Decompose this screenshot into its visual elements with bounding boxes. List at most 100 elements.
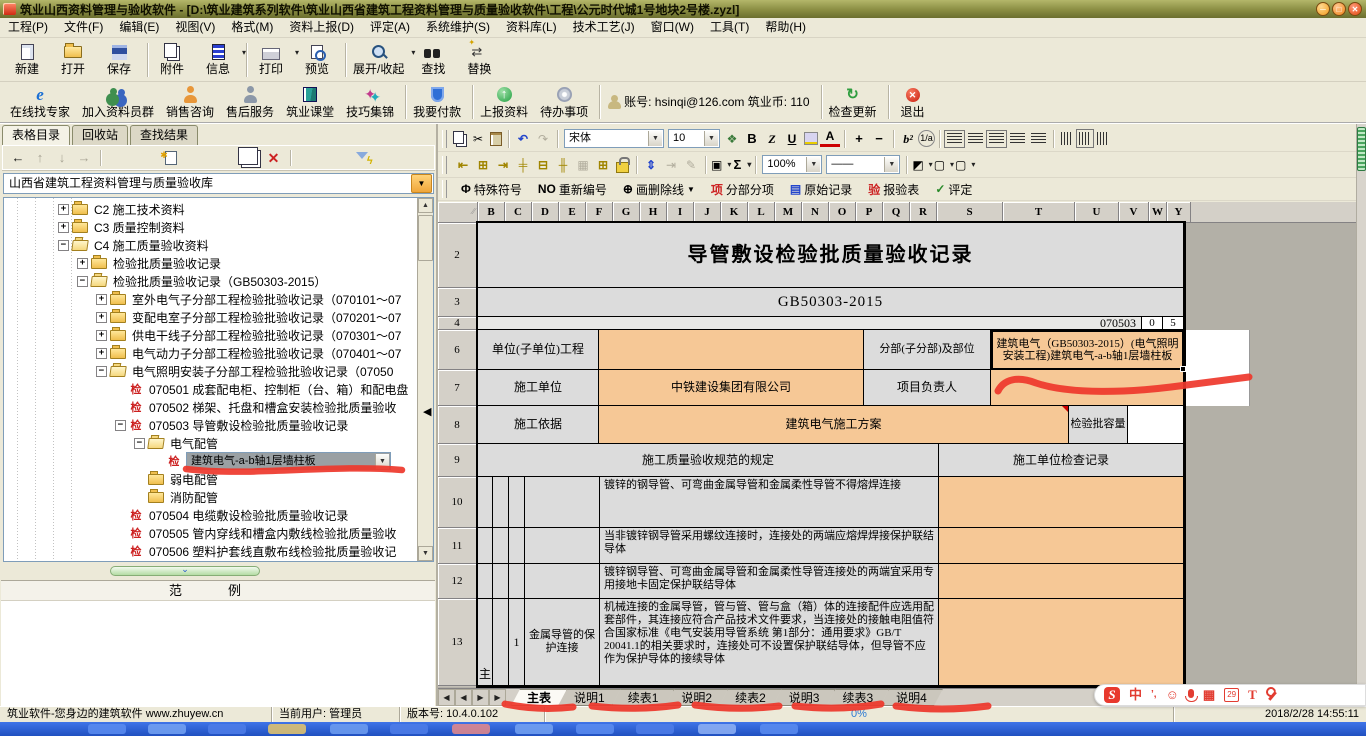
tree-item[interactable]: + 室外电气子分部工程检验批验收记录（070101～07 [4,290,418,308]
check-record-header-cell[interactable]: 施工单位检查记录 [939,444,1184,477]
menu-item[interactable]: 帮助(H) [757,18,814,37]
column-header[interactable]: W [1149,202,1167,222]
attachment-button[interactable]: 附件 ▾ [151,40,197,80]
shrink-font-button[interactable]: − [869,130,889,148]
tree-item-label[interactable]: 070501 成套配电柜、控制柜（台、箱）和配电盘 [146,381,411,398]
column-header[interactable]: L [748,202,775,222]
tree-item[interactable]: 检 070506 塑料护套线直敷布线检验批质量验收记 [4,542,418,560]
exit-button[interactable]: 退出 [892,82,938,122]
sheet-tab[interactable]: 主表 [511,689,567,706]
sheet-last-button[interactable]: ▶ [489,689,506,706]
nav-down-button[interactable]: ↓ [52,149,72,167]
unit-project-value-cell[interactable] [599,330,864,370]
font-family-select[interactable]: 宋体 [564,129,664,148]
ime-cn-mode[interactable]: 中 [1129,685,1142,705]
separator[interactable] [888,85,889,119]
tree-item-label[interactable]: 070504 电缆敷设检验批质量验收记录 [146,507,351,524]
menu-item[interactable]: 资料上报(D) [281,18,362,37]
tree-expander-icon[interactable]: + [77,258,88,269]
tree-item[interactable]: 弱电配管 [4,470,418,488]
tree-item-label[interactable]: C4 施工质量验收资料 [91,237,212,254]
scrollbar-thumb[interactable] [1357,127,1366,171]
tree-item[interactable]: − 检 070503 导管敷设检验批质量验收记录 [4,416,418,434]
menu-item[interactable]: 格式(M) [223,18,281,37]
table-add-icon[interactable]: ⊞ [593,156,613,174]
borders-button[interactable]: ▢ [954,156,975,174]
cell[interactable] [525,528,600,564]
tree-item[interactable]: 检 070502 梯架、托盘和槽盒安装检验批质量验收 [4,398,418,416]
tree-expander-icon[interactable]: + [58,222,69,233]
unit-project-label-cell[interactable]: 单位(子单位)工程 [478,330,599,370]
basis-value-cell[interactable]: 建筑电气施工方案 [599,406,1069,444]
ime-skin-icon[interactable]: T [1248,685,1257,705]
table-insert-left-icon[interactable]: ⇤ [453,156,473,174]
tree-item[interactable]: + 电气动力子分部工程检验批验收记录（070401～07 [4,344,418,362]
ime-emoji[interactable]: ☺ [1166,685,1179,705]
align-right-button[interactable] [1010,133,1025,145]
row-header[interactable]: 9 [438,444,477,477]
column-header[interactable]: O [829,202,856,222]
tree-expander-icon[interactable]: + [58,204,69,215]
column-header[interactable]: E [559,202,586,222]
cell[interactable] [509,564,525,599]
ime-keyboard-icon[interactable]: ▦ [1203,685,1215,705]
ime-toolbox-icon[interactable] [1266,688,1278,702]
column-header[interactable]: I [667,202,694,222]
scroll-up-icon[interactable]: ▲ [418,198,433,213]
taskbar-item[interactable] [452,724,490,734]
copy-form-button[interactable] [238,147,258,165]
online-expert-button[interactable]: 在线找专家 [6,82,78,122]
subdivision-value-cell[interactable]: 建筑电气（GB50303-2015）(电气照明安装工程)建筑电气-a-b轴1层墙… [991,330,1184,370]
tree-item-label[interactable]: 070503 导管敷设检验批质量验收记录 [146,417,351,434]
menu-item[interactable]: 文件(F) [56,18,111,37]
underline-button[interactable]: U [782,130,802,148]
column-header[interactable]: T [1003,202,1075,222]
sheet-tab[interactable]: 说明1 [558,689,621,706]
tree-item[interactable]: − 电气配管 [4,434,418,452]
column-header[interactable]: R [910,202,937,222]
tree-item[interactable]: − 检验批质量验收记录（GB50303-2015） [4,272,418,290]
minimize-button[interactable]: ─ [1316,2,1330,16]
separator[interactable] [939,130,940,148]
account-info[interactable]: 账号: hsinqi@126.com 筑业币: 110 [603,82,817,122]
column-header[interactable]: V [1119,202,1149,222]
column-header[interactable]: Q [883,202,910,222]
nav-up-button[interactable]: ↑ [30,149,50,167]
table-split-col-icon[interactable]: ╫ [553,156,573,174]
vertical-text-button-2[interactable] [1079,132,1091,145]
column-header[interactable]: J [694,202,721,222]
row-header[interactable]: 12 [438,564,477,599]
row-header[interactable]: 2 [438,223,477,288]
code-cell[interactable]: 070503 [478,317,1142,330]
close-button[interactable]: ✕ [1348,2,1362,16]
nav-back-button[interactable]: ← [8,149,28,167]
taskbar-item[interactable] [148,724,186,734]
sheet-tab[interactable]: 说明4 [880,689,943,706]
taskbar-item[interactable] [760,724,798,734]
row-header[interactable]: 8 [438,406,477,444]
tree-item[interactable]: 检 建筑电气-a-b轴1层墙柱板 [4,452,418,470]
select-all-corner[interactable]: ∕∕ [438,202,478,222]
column-header[interactable]: C [505,202,532,222]
paste-icon[interactable] [490,132,502,146]
menu-item[interactable]: 窗口(W) [643,18,702,37]
tree-item[interactable]: 检 070505 管内穿线和槽盒内敷线检验批质量验收 [4,524,418,542]
collapse-handle[interactable] [110,566,260,576]
draw-icon[interactable]: ✎ [681,156,701,174]
cell[interactable] [509,528,525,564]
todo-button[interactable]: 待办事项 [536,82,596,122]
column-header[interactable]: B [478,202,505,222]
tree-item-label[interactable]: 070506 塑料护套线直敷布线检验批质量验收记 [146,543,399,560]
tree-item[interactable]: + 检验批质量验收记录 [4,254,418,272]
item-number-cell[interactable]: 1 [509,599,525,686]
spec-item-cell[interactable]: 镀锌钢导管、可弯曲金属导管和金属柔性导管连接处的两端宜采用专用接地卡固定保护联结… [600,564,939,599]
sogou-logo[interactable]: S [1104,687,1120,703]
separator[interactable] [599,85,600,119]
menu-item[interactable]: 编辑(E) [111,18,167,37]
separator[interactable] [705,156,706,174]
tree-expander-icon[interactable]: − [96,366,107,377]
separator[interactable] [557,130,558,148]
separator[interactable]: ▾ [345,43,346,77]
font-size-select[interactable]: 10 [668,129,720,148]
windows-taskbar[interactable] [0,722,1366,736]
